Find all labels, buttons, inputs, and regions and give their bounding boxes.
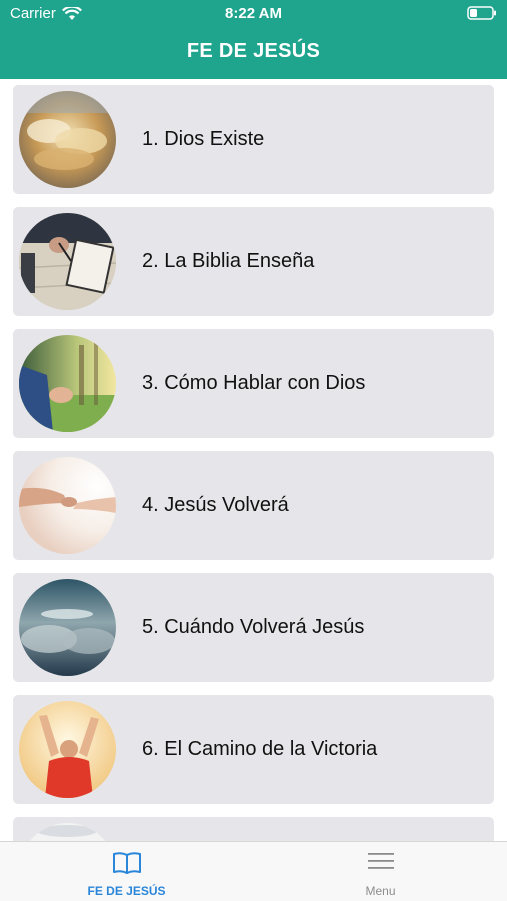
lesson-item-dios-existe[interactable]: 1. Dios Existe (13, 85, 494, 194)
lesson-title: 6. El Camino de la Victoria (142, 738, 378, 760)
lesson-item-cuando-volvera-jesus[interactable]: 5. Cuándo Volverá Jesús (13, 573, 494, 682)
page-title: FE DE JESÚS (186, 40, 321, 62)
tab-label: Menu (365, 884, 396, 898)
app-header: Carrier 8:22 AM FE DE JESÚS (0, 0, 507, 79)
lesson-thumbnail-man-raising-arms (19, 701, 116, 798)
lesson-title: 5. Cuándo Volverá Jesús (142, 616, 365, 638)
lesson-thumbnail-clouds (19, 91, 116, 188)
status-time: 8:22 AM (225, 5, 282, 22)
lesson-item-jesus-volvera[interactable]: 4. Jesús Volverá (13, 451, 494, 560)
lesson-item-la-biblia-ensena[interactable]: 2. La Biblia Enseña (13, 207, 494, 316)
lesson-item-partial[interactable] (13, 817, 494, 841)
tab-label: FE DE JESÚS (87, 884, 166, 898)
lesson-thumbnail-partial (19, 823, 116, 841)
status-bar: Carrier 8:22 AM (0, 0, 507, 28)
tab-menu[interactable]: Menu (254, 842, 507, 901)
lesson-item-el-camino-de-la-victoria[interactable]: 6. El Camino de la Victoria (13, 695, 494, 804)
tab-fe-de-jesus[interactable]: FE DE JESÚS (0, 842, 253, 901)
lesson-item-como-hablar-con-dios[interactable]: 3. Cómo Hablar con Dios (13, 329, 494, 438)
lesson-thumbnail-praying-hands (19, 335, 116, 432)
lesson-thumbnail-reaching-hands (19, 457, 116, 554)
lesson-title: 2. La Biblia Enseña (142, 250, 315, 272)
lesson-list[interactable]: 1. Dios Existe 2. La Biblia Enseña 3. Có… (0, 79, 507, 841)
hamburger-menu-icon (367, 853, 394, 869)
lesson-title: 3. Cómo Hablar con Dios (142, 372, 366, 394)
lesson-thumbnail-reading-bible (19, 213, 116, 310)
tab-bar: FE DE JESÚS Menu (0, 841, 507, 901)
lesson-thumbnail-dramatic-clouds (19, 579, 116, 676)
lesson-title: 4. Jesús Volverá (142, 494, 289, 516)
book-icon (112, 852, 141, 874)
lesson-title: 1. Dios Existe (142, 128, 265, 150)
battery-icon (467, 6, 496, 20)
